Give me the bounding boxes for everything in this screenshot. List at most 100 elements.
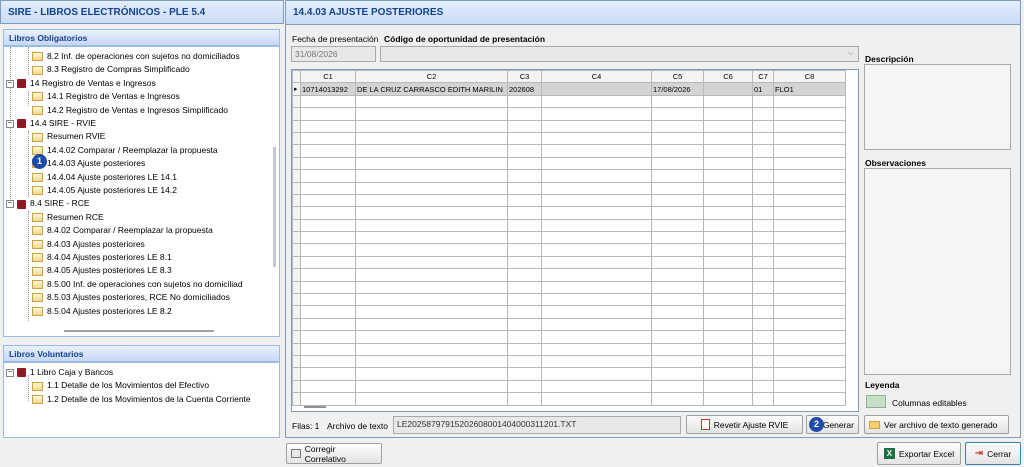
row-indicator[interactable] <box>292 218 301 233</box>
table-cell[interactable] <box>651 218 704 233</box>
row-indicator[interactable] <box>292 392 301 406</box>
table-cell[interactable] <box>355 156 508 171</box>
table-cell[interactable] <box>752 342 774 357</box>
tree-item[interactable]: 8.3 Registro de Compras Simplificado <box>32 63 190 76</box>
table-cell[interactable] <box>773 94 846 109</box>
table-row[interactable] <box>292 131 846 146</box>
table-cell[interactable] <box>703 131 753 146</box>
tree-item[interactable]: 14.1 Registro de Ventas e Ingresos <box>32 90 180 103</box>
tree-item[interactable]: 8.5.00 Inf. de operaciones con sujetos n… <box>32 278 243 291</box>
row-indicator[interactable] <box>292 131 301 146</box>
table-row[interactable] <box>292 156 846 171</box>
table-cell[interactable] <box>355 119 508 133</box>
table-cell[interactable] <box>507 206 542 220</box>
tree-item[interactable]: 14.4.03 Ajuste posteriores <box>32 157 145 170</box>
table-row[interactable] <box>292 305 846 319</box>
table-cell[interactable] <box>773 392 846 406</box>
table-cell[interactable] <box>752 268 774 282</box>
table-cell[interactable] <box>507 280 542 295</box>
table-cell[interactable] <box>773 330 846 344</box>
table-cell[interactable] <box>651 156 704 171</box>
table-cell[interactable] <box>355 293 508 307</box>
table-cell[interactable] <box>773 119 846 133</box>
table-cell[interactable] <box>651 268 704 282</box>
table-row[interactable] <box>292 243 846 257</box>
row-indicator[interactable] <box>292 317 301 332</box>
table-row[interactable] <box>292 193 846 208</box>
table-cell[interactable] <box>541 342 652 357</box>
table-row[interactable] <box>292 119 846 133</box>
table-cell[interactable] <box>773 367 846 381</box>
column-header[interactable]: C4 <box>541 70 652 84</box>
table-cell[interactable] <box>752 255 774 270</box>
table-cell[interactable] <box>703 255 753 270</box>
table-cell[interactable] <box>703 94 753 109</box>
column-header[interactable]: C2 <box>355 70 508 84</box>
table-cell[interactable] <box>541 169 652 183</box>
table-cell[interactable] <box>773 268 846 282</box>
tree-item[interactable]: − 14 Registro de Ventas e Ingresos <box>6 77 156 90</box>
corregir-correlativo-button[interactable]: Corregir Correlativo <box>286 443 382 464</box>
table-row[interactable] <box>292 218 846 233</box>
row-indicator[interactable] <box>292 156 301 171</box>
table-cell[interactable] <box>703 317 753 332</box>
table-row[interactable] <box>292 330 846 344</box>
table-cell[interactable] <box>703 330 753 344</box>
table-cell[interactable] <box>300 94 356 109</box>
table-cell[interactable] <box>752 94 774 109</box>
table-cell[interactable] <box>773 169 846 183</box>
table-cell[interactable] <box>773 144 846 158</box>
table-cell[interactable] <box>752 169 774 183</box>
table-cell[interactable] <box>773 342 846 357</box>
table-row[interactable]: ▸ 10714013292 DE LA CRUZ CARRASCO EDITH MA… <box>292 82 846 96</box>
table-cell[interactable] <box>355 379 508 394</box>
tree-item[interactable]: 8.4.04 Ajustes posteriores LE 8.1 <box>32 251 172 264</box>
table-cell[interactable] <box>651 206 704 220</box>
row-indicator[interactable] <box>292 193 301 208</box>
table-cell[interactable] <box>541 94 652 109</box>
table-cell[interactable] <box>507 169 542 183</box>
row-indicator[interactable] <box>292 280 301 295</box>
tree-item[interactable]: − 14.4 SIRE - RVIE <box>6 117 96 130</box>
table-cell[interactable] <box>507 218 542 233</box>
row-indicator[interactable] <box>292 354 301 369</box>
table-cell[interactable] <box>752 330 774 344</box>
row-indicator[interactable] <box>292 255 301 270</box>
table-cell[interactable] <box>541 144 652 158</box>
table-cell[interactable] <box>355 218 508 233</box>
table-row[interactable] <box>292 342 846 357</box>
table-cell[interactable] <box>507 354 542 369</box>
table-cell[interactable] <box>703 107 753 121</box>
collapse-toggle-icon[interactable]: − <box>6 368 14 377</box>
table-cell[interactable] <box>752 392 774 406</box>
tree-item[interactable]: 8.5.04 Ajustes posteriores LE 8.2 <box>32 305 172 318</box>
table-cell[interactable] <box>355 107 508 121</box>
table-cell[interactable] <box>703 119 753 133</box>
tree-item[interactable]: 8.2 Inf. de operaciones con sujetos no d… <box>32 50 240 63</box>
table-cell[interactable] <box>703 305 753 319</box>
data-grid[interactable]: C1 C2 C3 C4 C5 C6 C7 C8 ▸ 10714013292 DE LA CRUZ … <box>291 69 859 412</box>
table-cell[interactable] <box>752 181 774 195</box>
table-cell[interactable] <box>507 367 542 381</box>
table-cell[interactable] <box>651 255 704 270</box>
table-cell[interactable]: FLO1 <box>773 82 846 96</box>
table-cell[interactable] <box>703 379 753 394</box>
table-cell[interactable] <box>541 392 652 406</box>
tree-item[interactable]: Resumen RVIE <box>32 130 105 143</box>
table-cell[interactable] <box>507 119 542 133</box>
tree-item[interactable]: Resumen RCE <box>32 211 104 224</box>
row-indicator[interactable] <box>292 330 301 344</box>
table-cell[interactable] <box>300 218 356 233</box>
table-cell[interactable] <box>703 392 753 406</box>
table-cell[interactable] <box>752 293 774 307</box>
tree-item[interactable]: − 1 Libro Caja y Bancos <box>6 366 113 379</box>
table-row[interactable] <box>292 392 846 406</box>
table-cell[interactable] <box>541 107 652 121</box>
tree-item[interactable]: 8.4.03 Ajustes posteriores <box>32 238 145 251</box>
tree-item[interactable]: 14.4.04 Ajuste posteriores LE 14.1 <box>32 171 177 184</box>
row-indicator[interactable] <box>292 181 301 195</box>
table-cell[interactable] <box>541 243 652 257</box>
row-indicator[interactable] <box>292 107 301 121</box>
table-cell[interactable] <box>355 169 508 183</box>
table-row[interactable] <box>292 231 846 245</box>
